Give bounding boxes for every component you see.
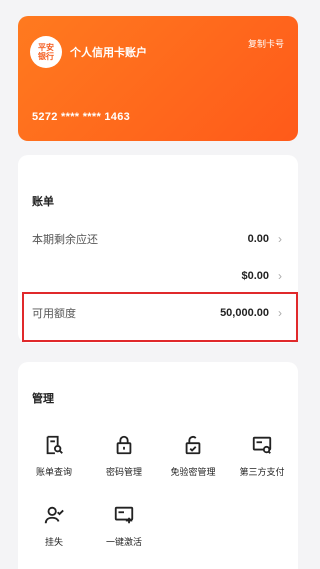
- bank-logo-text: 平安 银行: [38, 43, 54, 61]
- menu-report-loss-label: 挂失: [44, 537, 63, 547]
- usd-due-value: $0.00: [241, 270, 269, 282]
- card-number: 5272 **** **** 1463: [32, 111, 131, 123]
- remaining-due-label: 本期剩余应还: [32, 234, 98, 246]
- available-credit-highlight-box: [22, 292, 298, 342]
- menu-password-manage[interactable]: 密码管理: [94, 434, 154, 478]
- card-payment-icon: [252, 436, 272, 454]
- bank-logo: 平安 银行: [30, 36, 62, 68]
- credit-card-banner: 平安 银行 个人信用卡账户 复制卡号 5272 **** **** 1463: [18, 16, 298, 141]
- lock-icon: [116, 435, 132, 455]
- chevron-right-icon: ›: [278, 232, 282, 246]
- menu-report-loss[interactable]: 挂失: [24, 504, 84, 548]
- card-activate-icon: [114, 506, 134, 524]
- menu-password-manage-label: 密码管理: [105, 467, 142, 477]
- remaining-due-value: 0.00: [247, 233, 269, 245]
- manage-section-title: 管理: [32, 393, 54, 405]
- menu-one-click-activate-label: 一键激活: [105, 537, 142, 547]
- menu-no-verify-manage[interactable]: 免验密管理: [163, 434, 223, 478]
- menu-third-party-pay[interactable]: 第三方支付: [232, 434, 292, 478]
- menu-bill-query[interactable]: 账单查询: [24, 434, 84, 478]
- bill-search-icon: [46, 435, 63, 455]
- user-report-icon: [44, 506, 64, 524]
- menu-one-click-activate[interactable]: 一键激活: [94, 504, 154, 548]
- usd-due-row[interactable]: $0.00 ›: [32, 267, 284, 285]
- chevron-right-icon: ›: [278, 269, 282, 283]
- card-title: 个人信用卡账户: [70, 47, 147, 59]
- remaining-due-row[interactable]: 本期剩余应还 0.00 ›: [32, 230, 284, 248]
- unlock-icon: [185, 435, 201, 455]
- menu-third-party-pay-label: 第三方支付: [239, 467, 285, 477]
- bill-section-title: 账单: [32, 196, 54, 208]
- menu-no-verify-manage-label: 免验密管理: [170, 467, 216, 477]
- copy-card-number-button[interactable]: 复制卡号: [248, 37, 284, 50]
- manage-panel: 管理 账单查询 密码管理 免验密管理 第三方支付 挂失 一键激活: [18, 362, 298, 569]
- menu-bill-query-label: 账单查询: [35, 467, 72, 477]
